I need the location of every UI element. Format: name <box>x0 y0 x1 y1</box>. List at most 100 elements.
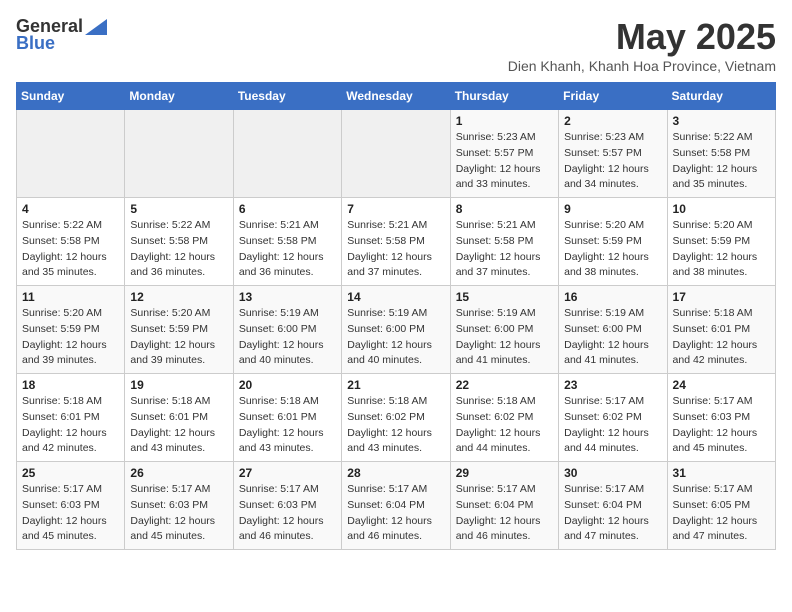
day-info: Sunrise: 5:21 AM Sunset: 5:58 PM Dayligh… <box>239 218 336 281</box>
day-cell: 16 Sunrise: 5:19 AM Sunset: 6:00 PM Dayli… <box>559 286 667 374</box>
day-cell: 28 Sunrise: 5:17 AM Sunset: 6:04 PM Dayli… <box>342 462 450 550</box>
day-cell <box>17 110 125 198</box>
header-cell-thursday: Thursday <box>450 83 558 110</box>
week-row-3: 11 Sunrise: 5:20 AM Sunset: 5:59 PM Dayli… <box>17 286 776 374</box>
day-cell: 7Sunrise: 5:21 AM Sunset: 5:58 PM Daylig… <box>342 198 450 286</box>
day-cell: 5 Sunrise: 5:22 AM Sunset: 5:58 PM Daylig… <box>125 198 233 286</box>
day-cell: 20 Sunrise: 5:18 AM Sunset: 6:01 PM Dayli… <box>233 374 341 462</box>
day-number: 16 <box>564 290 661 304</box>
header-cell-monday: Monday <box>125 83 233 110</box>
day-number: 7 <box>347 202 444 216</box>
logo: General Blue <box>16 16 107 54</box>
day-info: Sunrise: 5:17 AM Sunset: 6:03 PM Dayligh… <box>673 394 770 457</box>
subtitle: Dien Khanh, Khanh Hoa Province, Vietnam <box>508 58 776 74</box>
day-cell: 30 Sunrise: 5:17 AM Sunset: 6:04 PM Dayli… <box>559 462 667 550</box>
day-number: 27 <box>239 466 336 480</box>
day-info: Sunrise: 5:18 AM Sunset: 6:02 PM Dayligh… <box>456 394 553 457</box>
day-cell: 14 Sunrise: 5:19 AM Sunset: 6:00 PM Dayli… <box>342 286 450 374</box>
day-info: Sunrise: 5:17 AM Sunset: 6:04 PM Dayligh… <box>347 482 444 545</box>
day-number: 30 <box>564 466 661 480</box>
day-number: 31 <box>673 466 770 480</box>
day-number: 23 <box>564 378 661 392</box>
title-area: May 2025 Dien Khanh, Khanh Hoa Province,… <box>508 16 776 74</box>
day-number: 2 <box>564 114 661 128</box>
day-info: Sunrise: 5:21 AM Sunset: 5:58 PM Dayligh… <box>456 218 553 281</box>
day-number: 17 <box>673 290 770 304</box>
day-cell: 22 Sunrise: 5:18 AM Sunset: 6:02 PM Dayli… <box>450 374 558 462</box>
day-number: 3 <box>673 114 770 128</box>
day-number: 5 <box>130 202 227 216</box>
day-info: Sunrise: 5:17 AM Sunset: 6:03 PM Dayligh… <box>130 482 227 545</box>
header-cell-sunday: Sunday <box>17 83 125 110</box>
calendar-table: SundayMondayTuesdayWednesdayThursdayFrid… <box>16 82 776 550</box>
day-number: 28 <box>347 466 444 480</box>
day-cell: 23 Sunrise: 5:17 AM Sunset: 6:02 PM Dayli… <box>559 374 667 462</box>
day-cell: 1Sunrise: 5:23 AM Sunset: 5:57 PM Daylig… <box>450 110 558 198</box>
header-cell-wednesday: Wednesday <box>342 83 450 110</box>
day-number: 12 <box>130 290 227 304</box>
day-info: Sunrise: 5:19 AM Sunset: 6:00 PM Dayligh… <box>239 306 336 369</box>
day-cell: 4 Sunrise: 5:22 AM Sunset: 5:58 PM Daylig… <box>17 198 125 286</box>
day-number: 20 <box>239 378 336 392</box>
header-row: SundayMondayTuesdayWednesdayThursdayFrid… <box>17 83 776 110</box>
day-info: Sunrise: 5:18 AM Sunset: 6:01 PM Dayligh… <box>239 394 336 457</box>
day-info: Sunrise: 5:22 AM Sunset: 5:58 PM Dayligh… <box>673 130 770 193</box>
header-cell-saturday: Saturday <box>667 83 775 110</box>
day-cell: 10Sunrise: 5:20 AM Sunset: 5:59 PM Dayli… <box>667 198 775 286</box>
day-number: 18 <box>22 378 119 392</box>
day-cell: 27 Sunrise: 5:17 AM Sunset: 6:03 PM Dayli… <box>233 462 341 550</box>
day-info: Sunrise: 5:17 AM Sunset: 6:02 PM Dayligh… <box>564 394 661 457</box>
day-info: Sunrise: 5:17 AM Sunset: 6:05 PM Dayligh… <box>673 482 770 545</box>
day-cell: 2Sunrise: 5:23 AM Sunset: 5:57 PM Daylig… <box>559 110 667 198</box>
day-cell: 6 Sunrise: 5:21 AM Sunset: 5:58 PM Daylig… <box>233 198 341 286</box>
day-number: 4 <box>22 202 119 216</box>
day-info: Sunrise: 5:17 AM Sunset: 6:04 PM Dayligh… <box>564 482 661 545</box>
day-cell: 9Sunrise: 5:20 AM Sunset: 5:59 PM Daylig… <box>559 198 667 286</box>
week-row-1: 1Sunrise: 5:23 AM Sunset: 5:57 PM Daylig… <box>17 110 776 198</box>
day-cell: 8Sunrise: 5:21 AM Sunset: 5:58 PM Daylig… <box>450 198 558 286</box>
week-row-2: 4 Sunrise: 5:22 AM Sunset: 5:58 PM Daylig… <box>17 198 776 286</box>
day-info: Sunrise: 5:23 AM Sunset: 5:57 PM Dayligh… <box>456 130 553 193</box>
day-cell: 24 Sunrise: 5:17 AM Sunset: 6:03 PM Dayli… <box>667 374 775 462</box>
day-cell: 13 Sunrise: 5:19 AM Sunset: 6:00 PM Dayli… <box>233 286 341 374</box>
day-cell <box>125 110 233 198</box>
day-number: 21 <box>347 378 444 392</box>
day-cell: 26 Sunrise: 5:17 AM Sunset: 6:03 PM Dayli… <box>125 462 233 550</box>
day-info: Sunrise: 5:22 AM Sunset: 5:58 PM Dayligh… <box>130 218 227 281</box>
day-number: 24 <box>673 378 770 392</box>
day-cell: 17Sunrise: 5:18 AM Sunset: 6:01 PM Dayli… <box>667 286 775 374</box>
header-cell-friday: Friday <box>559 83 667 110</box>
day-info: Sunrise: 5:17 AM Sunset: 6:03 PM Dayligh… <box>239 482 336 545</box>
day-info: Sunrise: 5:19 AM Sunset: 6:00 PM Dayligh… <box>347 306 444 369</box>
day-number: 14 <box>347 290 444 304</box>
day-info: Sunrise: 5:20 AM Sunset: 5:59 PM Dayligh… <box>673 218 770 281</box>
week-row-4: 18 Sunrise: 5:18 AM Sunset: 6:01 PM Dayli… <box>17 374 776 462</box>
day-number: 19 <box>130 378 227 392</box>
day-number: 13 <box>239 290 336 304</box>
logo-icon <box>85 19 107 35</box>
day-cell <box>342 110 450 198</box>
day-info: Sunrise: 5:17 AM Sunset: 6:04 PM Dayligh… <box>456 482 553 545</box>
header: General Blue May 2025 Dien Khanh, Khanh … <box>16 16 776 74</box>
day-info: Sunrise: 5:19 AM Sunset: 6:00 PM Dayligh… <box>456 306 553 369</box>
day-number: 15 <box>456 290 553 304</box>
day-info: Sunrise: 5:20 AM Sunset: 5:59 PM Dayligh… <box>22 306 119 369</box>
day-cell: 31 Sunrise: 5:17 AM Sunset: 6:05 PM Dayli… <box>667 462 775 550</box>
day-cell: 19 Sunrise: 5:18 AM Sunset: 6:01 PM Dayli… <box>125 374 233 462</box>
day-number: 29 <box>456 466 553 480</box>
day-cell: 29 Sunrise: 5:17 AM Sunset: 6:04 PM Dayli… <box>450 462 558 550</box>
day-info: Sunrise: 5:18 AM Sunset: 6:02 PM Dayligh… <box>347 394 444 457</box>
header-cell-tuesday: Tuesday <box>233 83 341 110</box>
day-info: Sunrise: 5:18 AM Sunset: 6:01 PM Dayligh… <box>130 394 227 457</box>
day-info: Sunrise: 5:19 AM Sunset: 6:00 PM Dayligh… <box>564 306 661 369</box>
logo-blue: Blue <box>16 33 55 54</box>
day-number: 26 <box>130 466 227 480</box>
day-number: 11 <box>22 290 119 304</box>
day-cell: 3 Sunrise: 5:22 AM Sunset: 5:58 PM Daylig… <box>667 110 775 198</box>
day-number: 22 <box>456 378 553 392</box>
day-number: 9 <box>564 202 661 216</box>
week-row-5: 25 Sunrise: 5:17 AM Sunset: 6:03 PM Dayli… <box>17 462 776 550</box>
day-info: Sunrise: 5:22 AM Sunset: 5:58 PM Dayligh… <box>22 218 119 281</box>
day-number: 6 <box>239 202 336 216</box>
day-number: 25 <box>22 466 119 480</box>
